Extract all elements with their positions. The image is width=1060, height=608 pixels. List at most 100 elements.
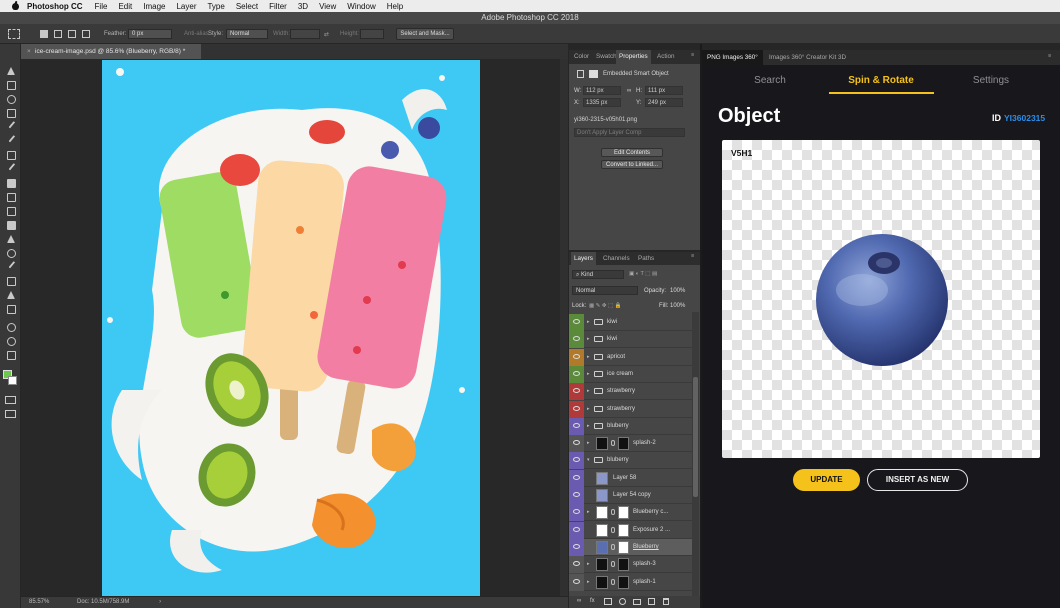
apple-icon[interactable] — [11, 1, 21, 11]
expand-chevron-icon[interactable]: ▸ — [587, 579, 590, 585]
expand-chevron-icon[interactable]: ▸ — [587, 371, 590, 377]
layer-row[interactable]: ▸ splash-2 — [569, 435, 693, 453]
layer-row[interactable]: Layer 54 copy — [569, 487, 693, 504]
layer-row[interactable]: ▸ strawberry — [569, 400, 693, 418]
layer-thumbnail[interactable] — [596, 558, 608, 572]
filter-kind-select[interactable]: ⌕ Kind — [572, 270, 624, 279]
layer-row[interactable]: ▸ apricot — [569, 348, 693, 366]
menu-3d[interactable]: 3D — [298, 2, 308, 11]
layer-thumbnail[interactable] — [596, 506, 608, 520]
hand-tool-icon[interactable] — [5, 322, 16, 332]
expand-chevron-icon[interactable]: ▸ — [587, 509, 590, 515]
gradient-tool-icon[interactable] — [5, 220, 16, 230]
marquee-tool-icon[interactable] — [5, 80, 16, 90]
expand-chevron-icon[interactable]: ▸ — [587, 319, 590, 325]
quick-mask-icon[interactable] — [5, 396, 16, 404]
mask-link-icon[interactable] — [611, 509, 615, 516]
zoom-level[interactable]: 85.57% — [29, 599, 49, 605]
expand-chevron-icon[interactable]: ▸ — [587, 406, 590, 412]
doc-size[interactable]: Doc: 10.5M/758.9M — [77, 599, 129, 605]
layers-scrollbar[interactable] — [692, 312, 699, 596]
path-select-tool-icon[interactable] — [5, 290, 16, 299]
stamp-tool-icon[interactable] — [5, 178, 16, 188]
expand-chevron-icon[interactable]: ▾ — [587, 457, 590, 463]
adjustment-layer-icon[interactable] — [619, 598, 626, 605]
document-tab[interactable]: × ice-cream-image.psd @ 85.6% (Blueberry,… — [21, 44, 201, 59]
height-input[interactable] — [360, 29, 384, 39]
anti-alias-checkbox[interactable]: Anti-alias — [184, 31, 209, 37]
menu-edit[interactable]: Edit — [118, 2, 132, 11]
layer-mask-thumbnail[interactable] — [618, 575, 629, 589]
layer-thumbnail[interactable] — [596, 471, 608, 485]
expand-chevron-icon[interactable]: ▸ — [587, 561, 590, 567]
new-selection-icon[interactable] — [40, 30, 48, 38]
layer-mask-thumbnail[interactable] — [618, 540, 629, 554]
layer-mask-thumbnail[interactable] — [618, 437, 629, 451]
nav-spin-rotate[interactable]: Spin & Rotate — [828, 75, 934, 86]
layer-row[interactable]: Blueberry — [569, 538, 693, 556]
new-group-icon[interactable] — [633, 599, 641, 605]
menu-type[interactable]: Type — [207, 2, 224, 11]
more-tools-icon[interactable] — [5, 350, 16, 360]
menu-select[interactable]: Select — [236, 2, 258, 11]
intersect-selection-icon[interactable] — [82, 30, 90, 38]
mask-link-icon[interactable] — [611, 543, 615, 550]
app-menu[interactable]: Photoshop CC — [27, 2, 83, 11]
layers-scroll-thumb[interactable] — [693, 377, 698, 497]
edit-contents-button[interactable]: Edit Contents — [601, 148, 663, 157]
menu-view[interactable]: View — [319, 2, 336, 11]
nav-search[interactable]: Search — [717, 75, 823, 86]
expand-chevron-icon[interactable]: ▸ — [587, 354, 590, 360]
healing-tool-icon[interactable] — [5, 150, 16, 160]
expand-chevron-icon[interactable]: ▸ — [587, 388, 590, 394]
add-selection-icon[interactable] — [54, 30, 62, 38]
artwork-canvas[interactable] — [102, 60, 480, 596]
layer-row[interactable]: ▸ kiwi — [569, 331, 693, 349]
rectangle-tool-icon[interactable] — [5, 304, 16, 314]
layer-mask-thumbnail[interactable] — [618, 523, 629, 537]
menu-image[interactable]: Image — [143, 2, 165, 11]
layer-visibility-toggle[interactable] — [569, 573, 584, 591]
layer-visibility-toggle[interactable] — [569, 314, 584, 331]
layer-row[interactable]: ▸ splash-1 — [569, 573, 693, 591]
layer-visibility-toggle[interactable] — [569, 383, 584, 401]
layer-row[interactable]: ▸ kiwi — [569, 314, 693, 331]
layer-visibility-toggle[interactable] — [569, 469, 584, 487]
layer-visibility-toggle[interactable] — [569, 417, 584, 435]
tab-properties[interactable]: Properties — [616, 50, 651, 64]
layer-thumbnail[interactable] — [596, 489, 608, 502]
marquee-preset-icon[interactable] — [8, 29, 20, 39]
screen-mode-icon[interactable] — [5, 410, 16, 418]
eyedropper-tool-icon[interactable] — [5, 136, 16, 145]
layer-row[interactable]: ▸ Blueberry c... — [569, 504, 693, 522]
tab-creator-kit-3d[interactable]: Images 360° Creator Kit 3D — [764, 50, 851, 65]
select-and-mask-button[interactable]: Select and Mask... — [396, 28, 454, 40]
panel-menu-icon[interactable]: ≡ — [691, 52, 694, 58]
move-tool-icon[interactable] — [5, 66, 16, 75]
layer-row[interactable]: Layer 58 — [569, 469, 693, 487]
mask-link-icon[interactable] — [611, 578, 615, 585]
menu-file[interactable]: File — [95, 2, 108, 11]
menu-help[interactable]: Help — [387, 2, 403, 11]
status-chevron-icon[interactable]: › — [159, 599, 161, 605]
close-icon[interactable]: × — [27, 44, 35, 59]
layer-comp-select[interactable]: Don't Apply Layer Comp — [574, 128, 685, 137]
layer-thumbnail[interactable] — [596, 575, 608, 589]
link-icon[interactable]: ∞ — [627, 88, 631, 94]
new-layer-icon[interactable] — [648, 598, 655, 605]
layer-row[interactable]: Exposure 2 ... — [569, 521, 693, 539]
tab-channels[interactable]: Channels — [600, 252, 633, 265]
layers-menu-icon[interactable]: ≡ — [691, 253, 694, 259]
quick-select-tool-icon[interactable] — [5, 108, 16, 118]
swap-icon[interactable]: ⇄ — [324, 31, 329, 38]
layer-thumbnail[interactable] — [596, 437, 608, 451]
x-field[interactable]: 1335 px — [583, 98, 621, 107]
layer-visibility-toggle[interactable] — [569, 504, 584, 522]
expand-chevron-icon[interactable]: ▸ — [587, 440, 590, 446]
layer-row[interactable]: ▸ bluberry — [569, 417, 693, 435]
layer-visibility-toggle[interactable] — [569, 556, 584, 574]
mask-icon[interactable] — [589, 70, 598, 78]
eraser-tool-icon[interactable] — [5, 206, 16, 216]
layer-row[interactable]: ▸ splash-3 — [569, 556, 693, 574]
menu-filter[interactable]: Filter — [269, 2, 287, 11]
